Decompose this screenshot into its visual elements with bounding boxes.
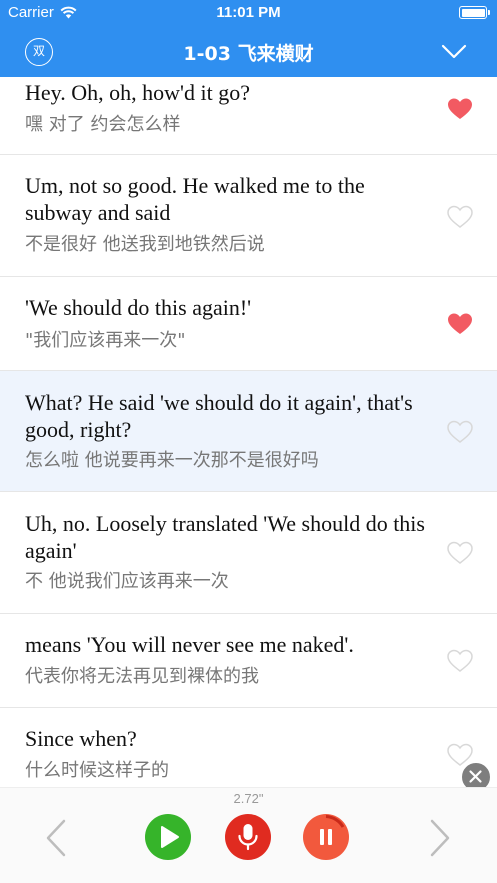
english-sentence: Hey. Oh, oh, how'd it go? xyxy=(25,80,250,105)
chinese-translation: 什么时候这样子的 xyxy=(25,760,169,781)
heart-outline-icon[interactable] xyxy=(447,420,473,444)
heart-icon[interactable] xyxy=(447,312,473,336)
english-sentence: Since when? xyxy=(25,726,137,751)
pause-button[interactable] xyxy=(303,814,349,860)
play-icon xyxy=(161,826,179,848)
recording-duration: 2.72" xyxy=(233,791,264,806)
chinese-translation: 不 他说我们应该再来一次 xyxy=(25,571,229,592)
close-icon xyxy=(469,770,482,783)
english-sentence: Um, not so good. He walked me to the sub… xyxy=(25,173,365,225)
chinese-translation: "我们应该再来一次" xyxy=(25,330,186,351)
dialogue-row[interactable]: Uh, no. Loosely translated 'We should do… xyxy=(0,492,497,614)
english-sentence: Uh, no. Loosely translated 'We should do… xyxy=(25,511,425,563)
chinese-translation: 嘿 对了 约会怎么样 xyxy=(25,114,181,135)
pause-icon xyxy=(320,815,345,845)
english-sentence: 'We should do this again!' xyxy=(25,295,252,320)
player-controls: 2.72" xyxy=(0,787,497,883)
heart-outline-icon[interactable] xyxy=(447,205,473,229)
chevron-right-icon[interactable] xyxy=(428,818,452,858)
microphone-icon xyxy=(238,824,258,851)
chinese-translation: 怎么啦 他说要再来一次那不是很好吗 xyxy=(25,450,319,471)
heart-outline-icon[interactable] xyxy=(447,649,473,673)
status-bar: Carrier 11:01 PM xyxy=(0,0,497,26)
chinese-translation: 不是很好 他送我到地铁然后说 xyxy=(25,234,265,255)
dialogue-row[interactable]: Hey. Oh, oh, how'd it go? 嘿 对了 约会怎么样 xyxy=(0,77,497,155)
dialogue-row[interactable]: 'We should do this again!' "我们应该再来一次" xyxy=(0,277,497,371)
heart-icon[interactable] xyxy=(447,97,473,121)
navigation-bar: 双 1-03 飞来横财 xyxy=(0,26,497,77)
dialogue-row[interactable]: means 'You will never see me naked'. 代表你… xyxy=(0,614,497,708)
page-title: 1-03 飞来横财 xyxy=(183,43,314,65)
chevron-left-icon[interactable] xyxy=(44,818,68,858)
english-sentence: What? He said 'we should do it again', t… xyxy=(25,390,413,442)
dialogue-row[interactable]: Since when? 什么时候这样子的 xyxy=(0,708,497,787)
dialogue-row-current[interactable]: What? He said 'we should do it again', t… xyxy=(0,371,497,492)
heart-outline-icon[interactable] xyxy=(447,541,473,565)
play-button[interactable] xyxy=(145,814,191,860)
dialogue-row[interactable]: Um, not so good. He walked me to the sub… xyxy=(0,155,497,277)
english-sentence: means 'You will never see me naked'. xyxy=(25,632,354,657)
dialogue-list[interactable]: Hey. Oh, oh, how'd it go? 嘿 对了 约会怎么样 Um,… xyxy=(0,77,497,787)
chinese-translation: 代表你将无法再见到裸体的我 xyxy=(25,666,259,687)
clock: 11:01 PM xyxy=(216,4,281,21)
record-button[interactable] xyxy=(225,814,271,860)
chevron-down-icon[interactable] xyxy=(441,40,467,62)
battery-icon xyxy=(459,6,490,19)
